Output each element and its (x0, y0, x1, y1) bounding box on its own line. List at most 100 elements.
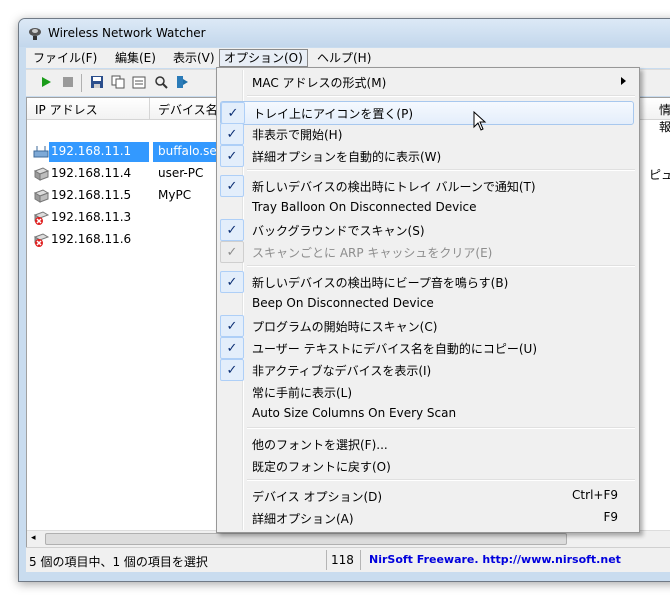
shortcut-label: Ctrl+F9 (572, 488, 618, 502)
menu-item-clear-arp: ✓ スキャンごとに ARP キャッシュをクリア(E) (220, 241, 634, 263)
check-icon: ✓ (220, 359, 244, 381)
menu-item-tray-icon[interactable]: ✓ トレイ上にアイコンを置く(P) (220, 101, 634, 125)
toolbar-separator (81, 74, 82, 92)
status-divider (326, 550, 327, 570)
check-icon: ✓ (221, 102, 245, 124)
menu-item-beep-new[interactable]: ✓ 新しいデバイスの検出時にビープ音を鳴らす(B) (220, 271, 634, 293)
menu-item-label: スキャンごとに ARP キャッシュをクリア(E) (252, 246, 493, 260)
title-bar[interactable]: Wireless Network Watcher (19, 19, 670, 47)
menu-item-always-on-top[interactable]: 常に手前に表示(L) (220, 381, 634, 403)
menu-item-label: 詳細オプション(A) (252, 512, 354, 526)
column-ip-address[interactable]: IP アドレス (35, 101, 98, 118)
device-name: MyPC (158, 188, 192, 202)
menu-item-beep-disconnect[interactable]: Beep On Disconnected Device (220, 293, 634, 315)
status-bar: 5 個の項目中、1 個の項目を選択 118 NirSoft Freeware. … (26, 547, 670, 572)
menu-item-auto-advanced[interactable]: ✓ 詳細オプションを自動的に表示(W) (220, 145, 634, 167)
check-icon: ✓ (220, 271, 244, 293)
menu-help[interactable]: ヘルプ(H) (313, 50, 375, 66)
menu-item-label: トレイ上にアイコンを置く(P) (253, 107, 414, 121)
menu-item-label: Tray Balloon On Disconnected Device (252, 200, 477, 214)
menu-item-start-hidden[interactable]: ✓ 非表示で開始(H) (220, 123, 634, 145)
window-title: Wireless Network Watcher (48, 26, 206, 40)
menu-item-label: Auto Size Columns On Every Scan (252, 406, 457, 420)
column-info[interactable]: 情報 (659, 101, 670, 135)
menu-item-label: 非表示で開始(H) (252, 128, 343, 142)
computer-icon (33, 189, 49, 203)
menu-item-choose-font[interactable]: 他のフォントを選択(F)... (220, 433, 634, 455)
check-icon: ✓ (220, 219, 244, 241)
device-name: buffalo.set (158, 144, 222, 158)
menu-item-label: バックグラウンドでスキャン(S) (252, 224, 425, 238)
menu-item-default-font[interactable]: 既定のフォントに戻す(O) (220, 455, 634, 477)
menu-separator (247, 479, 635, 481)
check-icon: ✓ (220, 145, 244, 167)
menu-options[interactable]: オプション(O) (219, 49, 308, 67)
properties-icon[interactable] (131, 74, 147, 90)
menu-item-copy-name[interactable]: ✓ ユーザー テキストにデバイス名を自動的にコピー(U) (220, 337, 634, 359)
menu-item-label: 既定のフォントに戻す(O) (252, 460, 391, 474)
menu-item-background-scan[interactable]: ✓ バックグラウンドでスキャン(S) (220, 219, 634, 241)
ip-address: 192.168.11.3 (51, 210, 132, 224)
copy-icon[interactable] (110, 74, 126, 90)
ip-address: 192.168.11.4 (51, 166, 132, 180)
menu-item-label: MAC アドレスの形式(M) (252, 76, 387, 90)
menu-view[interactable]: 表示(V) (169, 50, 219, 66)
check-icon: ✓ (220, 123, 244, 145)
column-device-name[interactable]: デバイス名 (158, 101, 218, 118)
submenu-arrow-icon (621, 77, 626, 85)
save-icon[interactable] (89, 74, 105, 90)
menu-item-scan-on-start[interactable]: ✓ プログラムの開始時にスキャン(C) (220, 315, 634, 337)
nirsoft-link[interactable]: NirSoft Freeware. http://www.nirsoft.net (369, 553, 621, 566)
menu-bar: ファイル(F) 編集(E) 表示(V) オプション(O) ヘルプ(H) (26, 48, 670, 68)
check-icon: ✓ (220, 175, 244, 197)
menu-item-auto-size-columns[interactable]: Auto Size Columns On Every Scan (220, 403, 634, 425)
menu-item-label: 詳細オプションを自動的に表示(W) (252, 150, 442, 164)
menu-separator (247, 95, 635, 97)
check-icon: ✓ (220, 241, 244, 263)
options-dropdown-menu: MAC アドレスの形式(M) ✓ トレイ上にアイコンを置く(P) ✓ 非表示で開始(H)… (216, 67, 640, 533)
menu-item-show-inactive[interactable]: ✓ 非アクティブなデバイスを表示(I) (220, 359, 634, 381)
scroll-thumb[interactable] (45, 533, 567, 545)
check-icon: ✓ (220, 337, 244, 359)
device-name: user-PC (158, 166, 204, 180)
exit-icon[interactable] (174, 74, 190, 90)
stop-scan-icon[interactable] (60, 74, 76, 90)
menu-item-advanced-options[interactable]: 詳細オプション(A) F9 (220, 507, 634, 529)
menu-item-label: Beep On Disconnected Device (252, 296, 434, 310)
mouse-cursor-icon (473, 111, 487, 131)
menu-item-device-options[interactable]: デバイス オプション(D) Ctrl+F9 (220, 485, 634, 507)
menu-item-mac-format[interactable]: MAC アドレスの形式(M) (220, 71, 634, 93)
scroll-left-icon[interactable]: ◂ (31, 533, 36, 543)
find-icon[interactable] (153, 74, 169, 90)
menu-item-label: デバイス オプション(D) (252, 490, 383, 504)
menu-item-label: 常に手前に表示(L) (252, 386, 353, 400)
info-cell: ピュー (649, 168, 670, 182)
ip-address: 192.168.11.5 (51, 188, 132, 202)
item-count: 118 (331, 553, 354, 567)
menu-separator (247, 427, 635, 429)
ip-address: 192.168.11.6 (51, 232, 132, 246)
shortcut-label: F9 (603, 510, 618, 524)
menu-file[interactable]: ファイル(F) (29, 50, 101, 66)
menu-item-balloon-new[interactable]: ✓ 新しいデバイスの検出時にトレイ バルーンで通知(T) (220, 175, 634, 197)
selection-status: 5 個の項目中、1 個の項目を選択 (29, 555, 208, 569)
column-divider[interactable] (149, 98, 150, 119)
menu-item-label: 新しいデバイスの検出時にビープ音を鳴らす(B) (252, 276, 509, 290)
menu-item-label: 新しいデバイスの検出時にトレイ バルーンで通知(T) (252, 180, 536, 194)
menu-edit[interactable]: 編集(E) (111, 50, 160, 66)
check-icon: ✓ (220, 315, 244, 337)
app-icon (29, 28, 41, 40)
status-divider (360, 550, 361, 570)
menu-separator (247, 265, 635, 267)
computer-icon (33, 167, 49, 181)
menu-item-balloon-disconnect[interactable]: Tray Balloon On Disconnected Device (220, 197, 634, 219)
menu-separator (247, 169, 635, 171)
inactive-device-icon (33, 233, 49, 247)
router-icon (33, 146, 49, 158)
inactive-device-icon (33, 211, 49, 225)
menu-item-label: プログラムの開始時にスキャン(C) (252, 320, 438, 334)
ip-address: 192.168.11.1 (51, 144, 132, 158)
start-scan-icon[interactable] (38, 74, 54, 90)
menu-item-label: 他のフォントを選択(F)... (252, 438, 388, 452)
menu-item-label: 非アクティブなデバイスを表示(I) (252, 364, 432, 378)
